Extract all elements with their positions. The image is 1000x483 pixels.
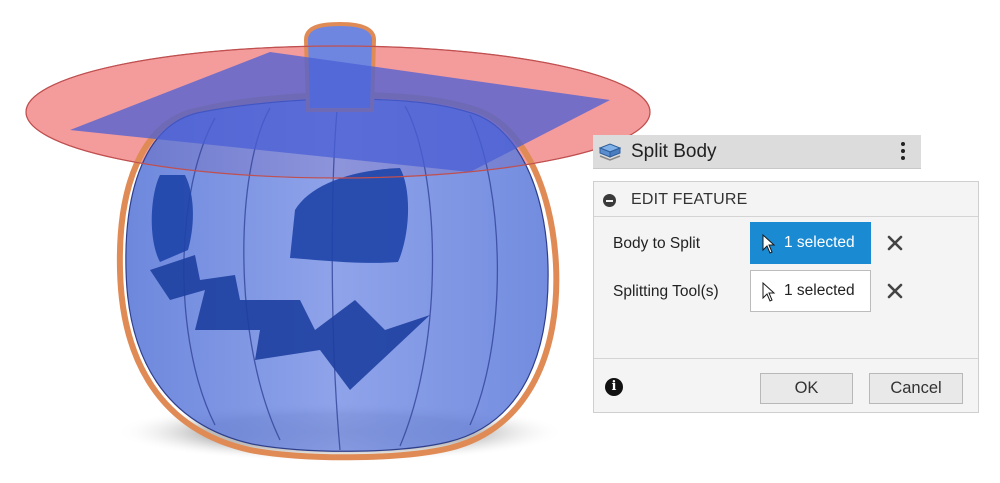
clear-body-selection-icon[interactable] — [886, 234, 904, 252]
body-to-split-value: 1 selected — [784, 234, 855, 251]
body-to-split-label: Body to Split — [613, 235, 701, 252]
left-eye — [151, 175, 193, 262]
splitting-tool-selector[interactable]: 1 selected — [750, 270, 871, 312]
split-body-icon — [597, 139, 623, 165]
clear-tool-selection-icon[interactable] — [886, 282, 904, 300]
splitting-tool-value: 1 selected — [784, 282, 855, 299]
section-label: EDIT FEATURE — [631, 191, 748, 208]
cancel-button[interactable]: Cancel — [869, 373, 963, 404]
split-body-dialog: EDIT FEATURE Body to Split 1 selected Sp… — [593, 181, 979, 413]
section-edit-feature[interactable]: EDIT FEATURE — [594, 182, 978, 217]
body-to-split-selector[interactable]: 1 selected — [750, 222, 871, 264]
cursor-arrow-icon — [762, 282, 776, 302]
splitting-tool-label: Splitting Tool(s) — [613, 283, 719, 300]
dialog-title: Split Body — [631, 141, 717, 162]
collapse-minus-icon[interactable] — [603, 194, 616, 207]
info-icon[interactable]: i — [605, 378, 623, 396]
vertical-ellipsis-icon[interactable] — [896, 140, 910, 164]
dialog-header: Split Body — [593, 135, 921, 169]
dialog-footer: i OK Cancel — [594, 358, 978, 413]
ok-button[interactable]: OK — [760, 373, 853, 404]
cursor-arrow-icon — [762, 234, 776, 254]
